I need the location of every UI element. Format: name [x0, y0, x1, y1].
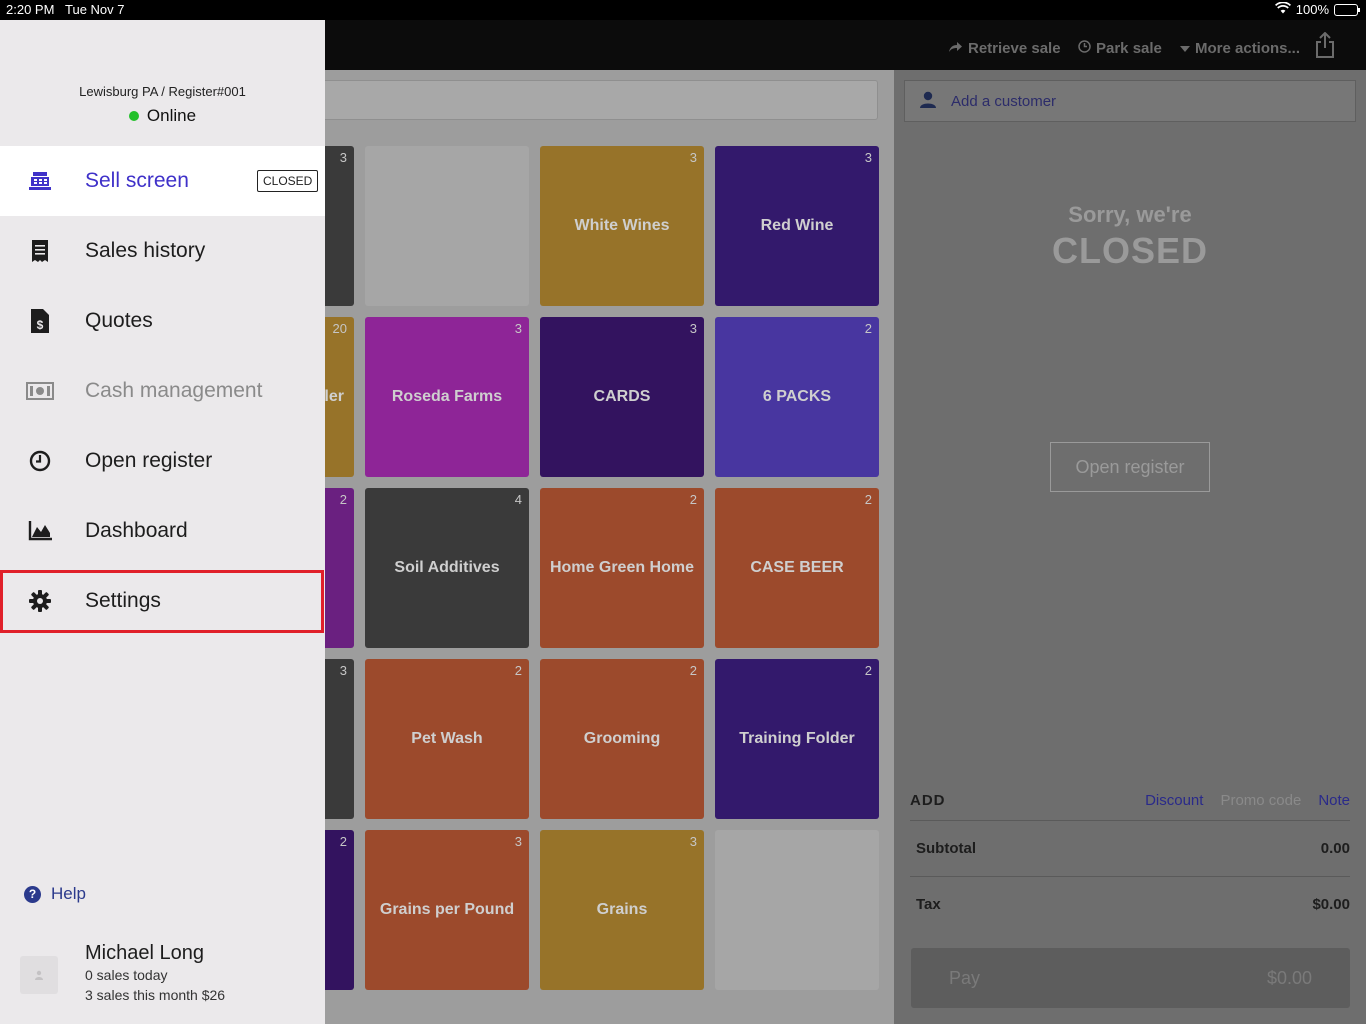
sale-panel: Add a customer Sorry, we're CLOSED Open … — [894, 70, 1366, 1024]
cash-icon — [26, 377, 54, 405]
more-actions-button[interactable]: More actions... — [1180, 40, 1300, 57]
menu-item-label: Sell screen — [85, 169, 189, 192]
retrieve-sale-button[interactable]: Retrieve sale — [948, 40, 1061, 57]
quick-key-tile[interactable]: 3 Grains per Pound — [365, 830, 529, 990]
share-arrow-icon — [948, 40, 963, 57]
side-menu: Lewisburg PA / Register#001 Online Sell … — [0, 20, 325, 1024]
quick-key-tile[interactable]: 3 White Wines — [540, 146, 704, 306]
avatar — [20, 956, 58, 994]
status-right: 100% — [1274, 1, 1360, 17]
connection-status: Online — [0, 106, 325, 126]
clock-icon — [26, 447, 54, 475]
help-label: Help — [51, 884, 86, 903]
sales-today: 0 sales today — [85, 967, 168, 983]
add-customer-field[interactable]: Add a customer — [904, 80, 1356, 122]
person-icon — [919, 91, 937, 112]
menu-item-label: Dashboard — [85, 519, 188, 542]
tax-row: Tax $0.00 — [916, 896, 1350, 913]
svg-text:$: $ — [37, 318, 44, 332]
discount-link[interactable]: Discount — [1145, 792, 1203, 809]
quick-key-tile[interactable]: 3 CARDS — [540, 317, 704, 477]
open-register-button[interactable]: Open register — [1050, 442, 1210, 492]
menu-item-open-register[interactable]: Open register — [0, 426, 325, 496]
divider — [910, 820, 1350, 821]
status-time: 2:20 PM — [6, 2, 55, 17]
quick-key-tile[interactable]: 3 Red Wine — [715, 146, 879, 306]
sorry-text: Sorry, we're — [1068, 202, 1192, 227]
quick-key-tile[interactable]: 2 CASE BEER — [715, 488, 879, 648]
chart-icon — [26, 517, 54, 545]
wifi-icon — [1274, 1, 1291, 17]
status-date: Tue Nov 7 — [65, 2, 125, 17]
quick-key-tile[interactable]: 26 PACKS — [715, 317, 879, 477]
help-icon: ? — [24, 885, 41, 903]
menu-item-label: Quotes — [85, 309, 153, 332]
gear-icon — [26, 587, 54, 615]
promo-code-link[interactable]: Promo code — [1220, 792, 1301, 809]
quick-key-tile[interactable]: 2 Training Folder — [715, 659, 879, 819]
quote-document-icon: $ — [26, 307, 54, 335]
receipt-icon — [26, 237, 54, 265]
divider — [910, 876, 1350, 877]
subtotal-value: 0.00 — [1320, 840, 1350, 857]
subtotal-row: Subtotal 0.00 — [916, 840, 1350, 857]
connection-status-label: Online — [146, 106, 197, 125]
subtotal-label: Subtotal — [916, 840, 976, 857]
sales-this-month: 3 sales this month $26 — [85, 987, 226, 1003]
menu-item-settings[interactable]: Settings — [0, 566, 325, 636]
quick-key-tile[interactable]: 2 Pet Wash — [365, 659, 529, 819]
pay-label: Pay — [949, 967, 981, 988]
add-links: Discount Promo code Note — [1145, 792, 1350, 809]
battery-icon — [1334, 3, 1360, 16]
quick-key-tile[interactable]: 2 Home Green Home — [540, 488, 704, 648]
quick-key-tile[interactable]: 3 Roseda Farms — [365, 317, 529, 477]
user-name: Michael Long — [85, 942, 204, 964]
menu-item-sales-history[interactable]: Sales history — [0, 216, 325, 286]
user-profile[interactable]: Michael Long 0 sales today 3 sales this … — [0, 940, 325, 1024]
menu-item-label: Sales history — [85, 239, 206, 262]
quick-key-tile[interactable] — [715, 830, 879, 990]
register-icon — [26, 167, 54, 195]
menu-item-sell-screen[interactable]: Sell screen CLOSED — [0, 146, 325, 216]
clock-small-icon — [1078, 40, 1091, 57]
menu-item-label: Settings — [85, 589, 161, 612]
tax-label: Tax — [916, 896, 941, 913]
online-dot-icon — [128, 111, 139, 121]
pay-button[interactable]: Pay $0.00 — [911, 948, 1350, 1008]
closed-badge: CLOSED — [257, 170, 319, 192]
share-icon[interactable] — [1315, 31, 1335, 63]
caret-down-icon — [1180, 40, 1190, 57]
menu-item-quotes[interactable]: $ Quotes — [0, 286, 325, 356]
battery-percent: 100% — [1295, 2, 1329, 17]
tax-value: $0.00 — [1312, 896, 1350, 913]
pay-amount: $0.00 — [1266, 967, 1312, 988]
quick-key-tile[interactable]: 4 Soil Additives — [365, 488, 529, 648]
menu-item-label: Cash management — [85, 379, 263, 402]
help-link[interactable]: ? Help — [24, 884, 86, 904]
status-bar: 2:20 PM Tue Nov 7 100% — [0, 0, 1366, 20]
park-sale-button[interactable]: Park sale — [1078, 40, 1162, 57]
note-link[interactable]: Note — [1318, 792, 1350, 809]
closed-heading: CLOSED — [1051, 230, 1208, 271]
quick-key-tile[interactable]: 2 Grooming — [540, 659, 704, 819]
add-label: ADD — [910, 791, 946, 809]
quick-key-tile[interactable] — [365, 146, 529, 306]
menu-item-cash-management[interactable]: Cash management — [0, 356, 325, 426]
menu-item-dashboard[interactable]: Dashboard — [0, 496, 325, 566]
add-row: ADD Discount Promo code Note — [910, 782, 1350, 818]
quick-key-tile[interactable]: 3 Grains — [540, 830, 704, 990]
menu-item-label: Open register — [85, 449, 213, 472]
register-location: Lewisburg PA / Register#001 — [79, 84, 246, 99]
add-customer-label: Add a customer — [951, 92, 1057, 110]
